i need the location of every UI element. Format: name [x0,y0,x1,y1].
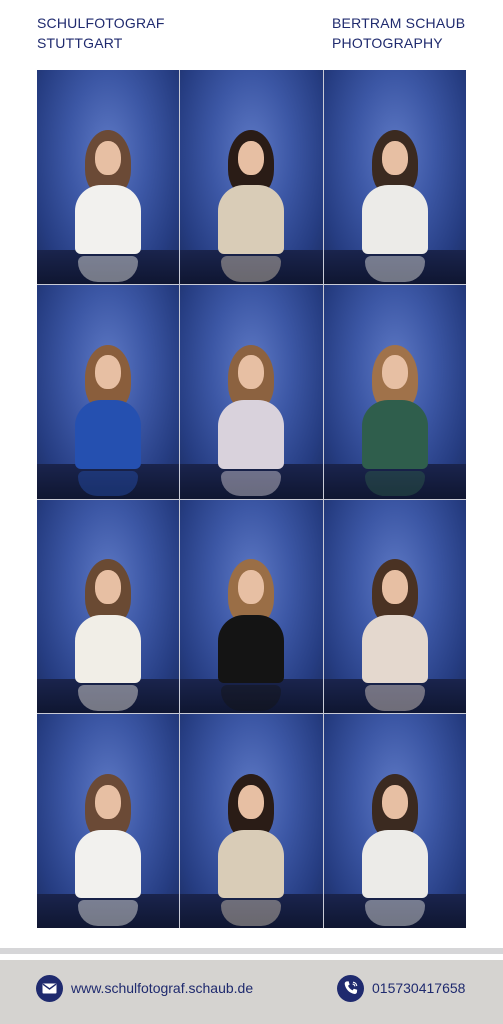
header-left-line2: STUTTGART [37,35,123,51]
portrait-photo [180,499,323,714]
portrait-photo [37,70,180,284]
subject-face [238,140,265,175]
mail-icon [36,974,63,1002]
subject-body [75,829,142,899]
subject-body [218,614,285,684]
page-header: SCHULFOTOGRAF STUTTGART BERTRAM SCHAUB P… [0,0,503,70]
subject-body [361,829,428,899]
subject-reflection [221,900,282,926]
photo-grid [37,70,466,928]
portrait-photo [323,714,466,928]
subject-body [218,185,285,254]
website-link[interactable]: www.schulfotograf.schaub.de [71,980,253,996]
subject-face [238,784,265,819]
header-right-line2: PHOTOGRAPHY [332,35,443,51]
subject-face [95,570,122,605]
subject-reflection [78,900,139,926]
portrait-photo [180,70,323,284]
subject-face [381,570,408,605]
portrait-photo [37,499,180,714]
phone-icon [337,974,364,1002]
portrait-photo [37,714,180,928]
subject-face [95,140,122,175]
header-right-line1: BERTRAM SCHAUB [332,15,466,31]
subject-reflection [221,255,282,282]
subject-body [75,614,142,684]
portrait-photo [37,284,180,499]
subject-body [75,400,142,469]
subject-reflection [364,255,425,282]
portrait-photo [323,499,466,714]
portrait-photo [323,284,466,499]
subject-body [361,614,428,684]
subject-reflection [78,255,139,282]
subject-face [381,140,408,175]
subject-reflection [364,470,425,497]
subject-face [95,784,122,819]
portrait-photo [180,714,323,928]
subject-face [238,570,265,605]
header-left-line1: SCHULFOTOGRAF [37,15,165,31]
subject-body [75,185,142,254]
subject-face [381,784,408,819]
header-right: BERTRAM SCHAUB PHOTOGRAPHY [332,13,465,53]
subject-face [95,355,122,390]
subject-body [361,185,428,254]
phone-contact[interactable]: 015730417658 [337,973,465,1003]
subject-face [381,355,408,390]
subject-reflection [78,470,139,497]
subject-body [218,829,285,899]
divider [0,948,503,954]
subject-face [238,355,265,390]
subject-reflection [78,685,139,712]
subject-reflection [364,900,425,926]
subject-reflection [364,685,425,712]
portrait-photo [180,284,323,499]
subject-reflection [221,470,282,497]
phone-number[interactable]: 015730417658 [372,980,465,996]
footer: www.schulfotograf.schaub.de 015730417658 [0,960,503,1024]
subject-reflection [221,685,282,712]
portrait-photo [323,70,466,284]
subject-body [218,400,285,469]
header-left: SCHULFOTOGRAF STUTTGART [37,13,165,53]
website-contact[interactable]: www.schulfotograf.schaub.de [36,973,253,1003]
subject-body [361,400,428,469]
